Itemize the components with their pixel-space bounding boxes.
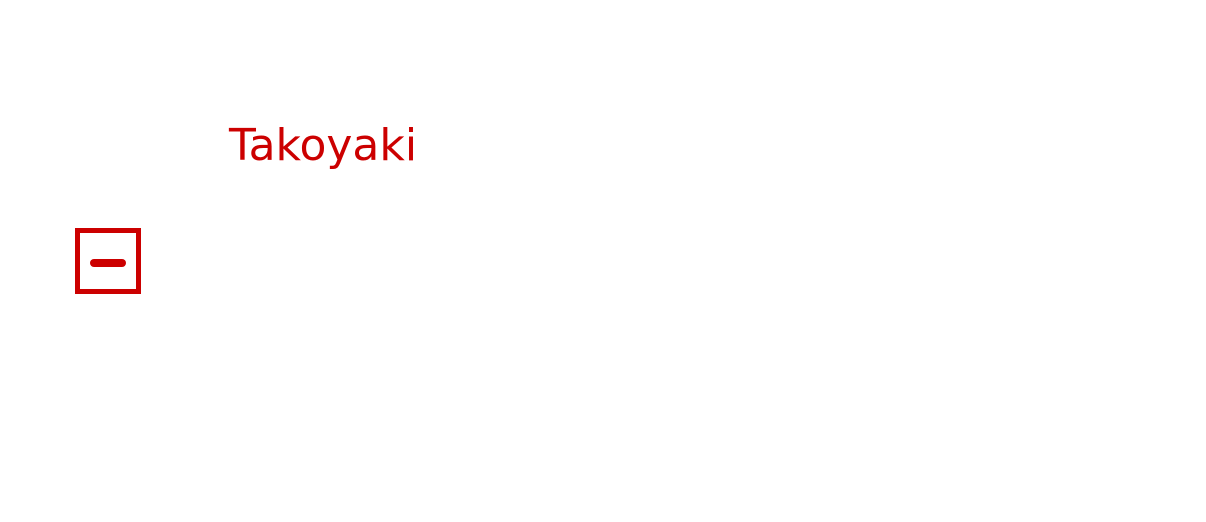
collapse-button[interactable] [75,228,141,294]
item-row: Takoyaki [0,0,1206,522]
item-title: Takoyaki [229,120,418,171]
minus-square-icon [90,259,126,267]
